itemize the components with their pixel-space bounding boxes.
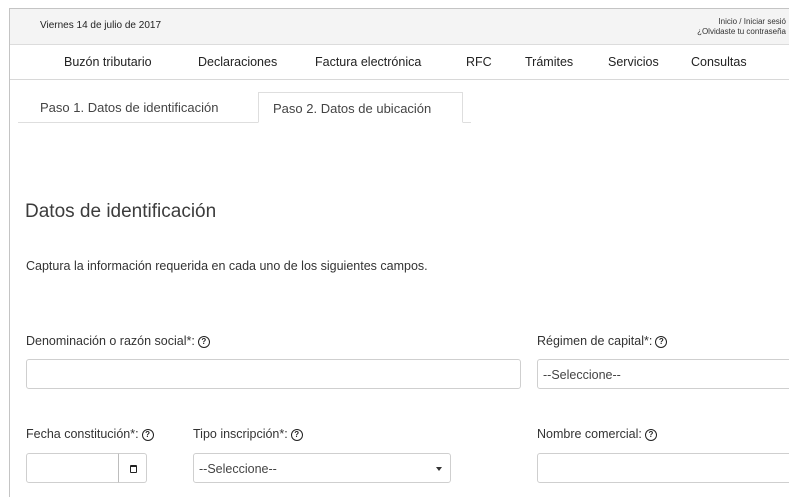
current-date: Viernes 14 de julio de 2017 (40, 20, 162, 31)
tipo-inscripcion-selected: --Seleccione-- (199, 462, 277, 476)
tab-paso-2[interactable]: Paso 2. Datos de ubicación (258, 92, 463, 123)
nav-item-tramites[interactable]: Trámites (525, 55, 573, 69)
nav-item-consultas[interactable]: Consultas (691, 55, 747, 69)
main-nav: Buzón tributario Declaraciones Factura e… (10, 45, 789, 80)
tipo-inscripcion-label-text: Tipo inscripción*: (193, 427, 288, 441)
calendar-icon (130, 465, 137, 473)
section-title: Datos de identificación (25, 201, 217, 222)
fecha-constitucion-input[interactable] (26, 453, 119, 483)
nombre-comercial-input[interactable] (537, 453, 789, 483)
razon-social-input[interactable] (26, 359, 521, 389)
nav-item-declaraciones[interactable]: Declaraciones (198, 55, 277, 69)
regimen-capital-label: Régimen de capital*:? (537, 334, 668, 348)
regimen-capital-select[interactable]: --Seleccione-- (537, 359, 789, 389)
page-frame: Viernes 14 de julio de 2017 Inicio / Ini… (9, 8, 789, 497)
user-links: Inicio / Iniciar sesió ¿Olvidaste tu con… (697, 17, 786, 37)
top-bar: Viernes 14 de julio de 2017 Inicio / Ini… (10, 9, 789, 45)
login-link[interactable]: Inicio / Iniciar sesió (718, 17, 786, 26)
regimen-capital-label-text: Régimen de capital*: (537, 334, 653, 348)
tipo-inscripcion-select[interactable]: --Seleccione-- (193, 453, 451, 483)
help-icon[interactable]: ? (655, 336, 668, 348)
nav-item-servicios[interactable]: Servicios (608, 55, 659, 69)
calendar-button[interactable] (118, 453, 147, 483)
nombre-comercial-label: Nombre comercial:? (537, 427, 657, 441)
help-icon[interactable]: ? (197, 336, 210, 348)
fecha-constitucion-label-text: Fecha constitución*: (26, 427, 139, 441)
nombre-comercial-label-text: Nombre comercial: (537, 427, 642, 441)
tipo-inscripcion-label: Tipo inscripción*:? (193, 427, 303, 441)
nav-item-buzon-tributario[interactable]: Buzón tributario (64, 55, 152, 69)
nav-item-factura-electronica[interactable]: Factura electrónica (315, 55, 421, 69)
razon-social-label-text: Denominación o razón social*: (26, 334, 195, 348)
help-icon[interactable]: ? (290, 429, 303, 441)
tab-paso-1[interactable]: Paso 1. Datos de identificación (26, 92, 248, 123)
instructions-text: Captura la información requerida en cada… (26, 259, 428, 273)
fecha-constitucion-label: Fecha constitución*:? (26, 427, 154, 441)
forgot-password-link[interactable]: ¿Olvidaste tu contraseña (697, 27, 786, 36)
help-icon[interactable]: ? (644, 429, 657, 441)
chevron-down-icon (436, 467, 442, 471)
help-icon[interactable]: ? (141, 429, 154, 441)
regimen-capital-selected: --Seleccione-- (543, 368, 621, 382)
nav-item-rfc[interactable]: RFC (466, 55, 492, 69)
razon-social-label: Denominación o razón social*:? (26, 334, 210, 348)
